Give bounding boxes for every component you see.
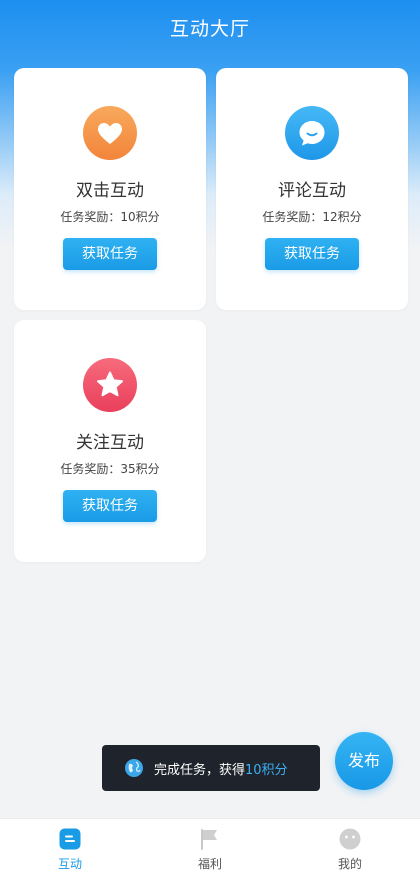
interaction-icon — [59, 828, 81, 850]
tab-interaction[interactable]: 互动 — [0, 819, 140, 879]
profile-face-icon — [339, 828, 361, 850]
card-follow: 关注互动 任务奖励：35积分 获取任务 — [14, 320, 206, 562]
card-comment: 评论互动 任务奖励：12积分 获取任务 — [216, 68, 408, 310]
heart-icon — [83, 106, 137, 160]
get-task-button[interactable]: 获取任务 — [63, 238, 157, 270]
globe-icon — [125, 759, 143, 777]
star-icon — [83, 358, 137, 412]
publish-button[interactable]: 发布 — [335, 732, 393, 790]
card-title: 双击互动 — [76, 181, 144, 201]
card-double-tap: 双击互动 任务奖励：10积分 获取任务 — [14, 68, 206, 310]
tab-label: 我的 — [337, 857, 362, 871]
chat-bubble-icon — [285, 106, 339, 160]
tab-profile[interactable]: 我的 — [280, 819, 420, 879]
flag-icon — [201, 829, 217, 850]
get-task-button[interactable]: 获取任务 — [265, 238, 359, 270]
card-reward: 任务奖励：10积分 — [60, 210, 160, 224]
tab-welfare[interactable]: 福利 — [140, 819, 280, 879]
card-reward: 任务奖励：35积分 — [60, 462, 160, 476]
card-title: 关注互动 — [76, 433, 144, 453]
card-title: 评论互动 — [278, 181, 346, 201]
toast-notification: 完成任务，获得10积分 — [102, 745, 320, 791]
page-title: 互动大厅 — [169, 18, 250, 40]
bottom-tab-bar: 互动 福利 我的 — [0, 818, 420, 879]
get-task-button[interactable]: 获取任务 — [63, 490, 157, 522]
toast-points: 10积分 — [245, 762, 288, 778]
toast-message: 完成任务，获得10积分 — [154, 762, 288, 778]
tab-label: 福利 — [197, 857, 222, 871]
tab-label: 互动 — [57, 857, 82, 871]
card-reward: 任务奖励：12积分 — [262, 210, 362, 224]
